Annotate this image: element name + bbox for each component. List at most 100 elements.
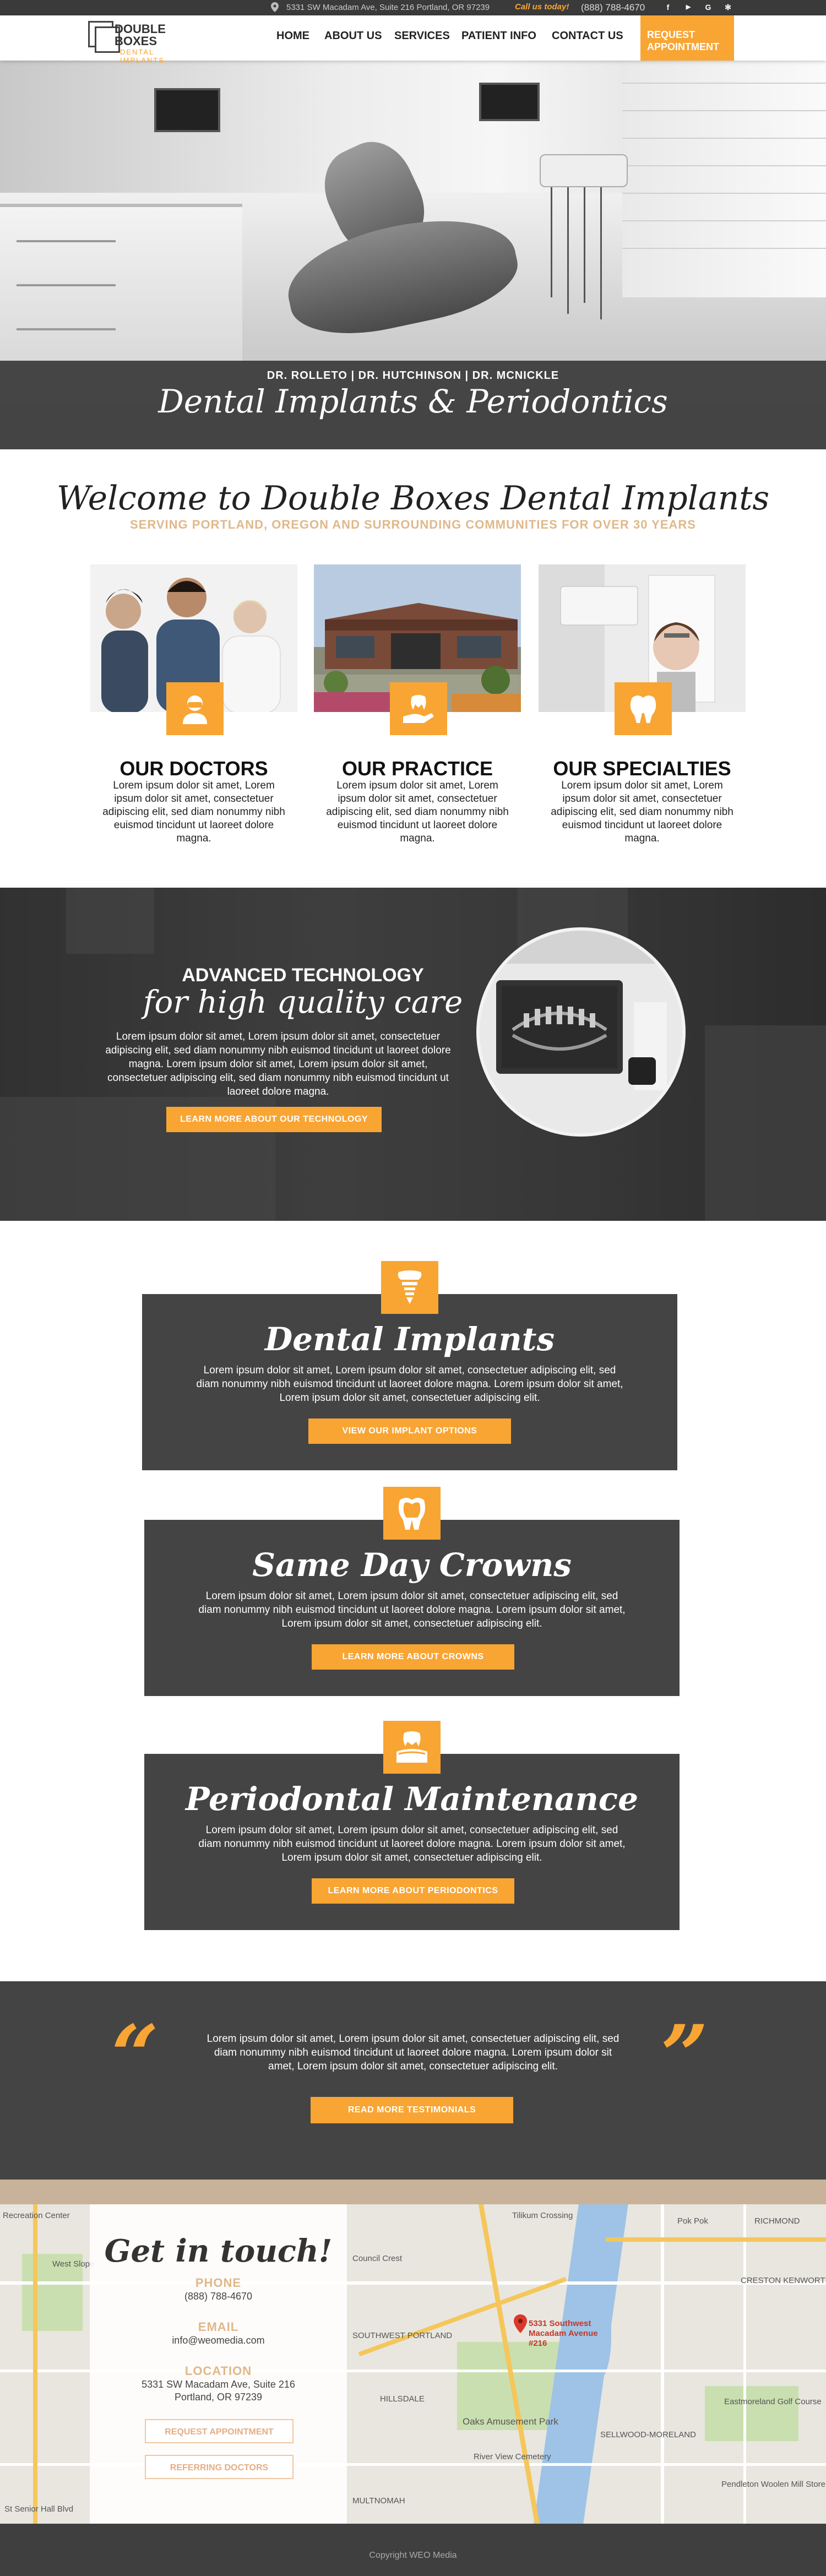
learn-more-periodontics-button[interactable]: LEARN MORE ABOUT PERIODONTICS xyxy=(312,1878,514,1904)
map-highway xyxy=(606,2237,826,2242)
address-line1: 5331 SW Macadam Ave, Suite 216 xyxy=(142,2379,295,2390)
map-label: HILLSDALE xyxy=(380,2394,425,2404)
map-label: Council Crest xyxy=(352,2254,403,2263)
equipment-hose xyxy=(584,187,585,303)
call-label: Call us today! xyxy=(515,2,569,12)
map-label: St Senior Hall Blvd xyxy=(4,2504,74,2514)
logo-line2: BOXES xyxy=(115,34,157,48)
service-text: Lorem ipsum dolor sit amet, Lorem ipsum … xyxy=(198,1590,626,1629)
email-value[interactable]: info@weomedia.com xyxy=(90,2334,347,2347)
map-label: Oaks Amusement Park xyxy=(463,2416,558,2427)
close-quote-icon: ” xyxy=(661,2007,709,2104)
tech-heading: ADVANCED TECHNOLOGY xyxy=(182,965,424,986)
tooth-hand-icon xyxy=(390,682,447,735)
location-label: LOCATION xyxy=(184,2364,252,2378)
map-label: RICHMOND xyxy=(754,2216,800,2226)
service-text: Lorem ipsum dolor sit amet, Lorem ipsum … xyxy=(196,1365,623,1404)
tech-text: Lorem ipsum dolor sit amet, Lorem ipsum … xyxy=(105,1031,451,1097)
contact-title: Get in touch! xyxy=(104,2233,333,2269)
facebook-icon[interactable]: f xyxy=(664,3,672,12)
service-dental-implants: Dental Implants Lorem ipsum dolor sit am… xyxy=(142,1261,677,1470)
nav-home[interactable]: HOME xyxy=(276,30,309,42)
map-highway xyxy=(33,2204,37,2524)
map-label: Pendleton Woolen Mill Store xyxy=(721,2480,825,2489)
yelp-icon[interactable]: ✻ xyxy=(724,3,732,12)
nav-services[interactable]: SERVICES xyxy=(394,30,450,42)
view-implant-options-button[interactable]: VIEW OUR IMPLANT OPTIONS xyxy=(308,1419,511,1444)
implant-icon xyxy=(381,1261,438,1314)
testimonials-section: “ ” Lorem ipsum dolor sit amet, Lorem ip… xyxy=(0,1981,826,2180)
nav-contact-us[interactable]: CONTACT US xyxy=(552,30,623,42)
map-label: SOUTHWEST PORTLAND xyxy=(352,2331,453,2340)
hero-title: Dental Implants & Periodontics xyxy=(158,383,668,420)
contact-panel: Get in touch! PHONE (888) 788-4670 EMAIL… xyxy=(90,2204,347,2524)
tooth-icon xyxy=(615,682,672,735)
dental-chair-seat xyxy=(278,203,526,348)
equipment-hose xyxy=(551,187,552,297)
google-icon[interactable]: G xyxy=(704,3,713,12)
youtube-icon[interactable]: ▶ xyxy=(684,3,693,12)
request-appointment-outline-button[interactable]: REQUEST APPOINTMENT xyxy=(145,2419,294,2443)
blind-slat xyxy=(622,110,826,111)
testimonial-text: Lorem ipsum dolor sit amet, Lorem ipsum … xyxy=(206,2033,620,2072)
card-title: OUR PRACTICE xyxy=(341,757,493,780)
phone-label: PHONE xyxy=(195,2276,242,2290)
blind-slat xyxy=(622,248,826,249)
card-text: Lorem ipsum dolor sit amet, Lorem ipsum … xyxy=(551,780,733,844)
service-title: Same Day Crowns xyxy=(252,1546,572,1584)
map-label: Tilikum Crossing xyxy=(512,2211,573,2220)
gum-care-icon xyxy=(383,1721,441,1774)
learn-more-technology-button[interactable]: LEARN MORE ABOUT OUR TECHNOLOGY xyxy=(166,1107,382,1132)
xray-monitor xyxy=(154,88,220,132)
map-road xyxy=(743,2204,746,2524)
divider-band xyxy=(0,2180,826,2204)
map-label: MULTNOMAH xyxy=(352,2496,405,2506)
nav-patient-info[interactable]: PATIENT INFO xyxy=(461,30,536,42)
map-label: Pok Pok xyxy=(677,2216,708,2226)
card-text: Lorem ipsum dolor sit amet, Lorem ipsum … xyxy=(326,780,509,844)
service-periodontal-maintenance: Periodontal Maintenance Lorem ipsum dolo… xyxy=(144,1721,680,1930)
top-address: 5331 SW Macadam Ave, Suite 216 Portland,… xyxy=(286,3,490,12)
blind-slat xyxy=(622,83,826,84)
xray-image xyxy=(476,927,686,1137)
map-label: Eastmoreland Golf Course xyxy=(724,2397,822,2406)
welcome-subtitle: SERVING PORTLAND, OREGON AND SURROUNDING… xyxy=(130,518,696,531)
top-bar: 5331 SW Macadam Ave, Suite 216 Portland,… xyxy=(0,0,826,15)
equipment-tray xyxy=(540,154,628,187)
footer: Copyright WEO Media xyxy=(0,2524,826,2576)
service-text: Lorem ipsum dolor sit amet, Lorem ipsum … xyxy=(198,1824,626,1863)
blind-slat xyxy=(622,138,826,139)
referring-doctors-button[interactable]: REFERRING DOCTORS xyxy=(145,2455,294,2479)
drawer-handle xyxy=(17,328,116,330)
hero-caption-band: DR. ROLLETO | DR. HUTCHINSON | DR. MCNIC… xyxy=(0,361,826,449)
address-line2: Portland, OR 97239 xyxy=(174,2392,263,2403)
crown-icon xyxy=(383,1487,441,1540)
copyright: Copyright WEO Media xyxy=(369,2551,457,2560)
logo-line3: DENTAL IMPLANTS xyxy=(120,48,165,64)
phone-value[interactable]: (888) 788-4670 xyxy=(90,2290,347,2303)
nav-about-us[interactable]: ABOUT US xyxy=(324,30,382,42)
location-map[interactable]: Recreation Center West Slope Tilikum Cro… xyxy=(0,2204,826,2524)
logo-line1: DOUBLE xyxy=(115,22,166,36)
map-label: SELLWOOD-MORELAND xyxy=(600,2430,696,2439)
drawer-handle xyxy=(17,240,116,242)
read-more-testimonials-button[interactable]: READ MORE TESTIMONIALS xyxy=(311,2097,513,2123)
request-appointment-button[interactable]: REQUEST APPOINTMENT xyxy=(640,15,734,61)
site-logo[interactable]: DOUBLE BOXES DENTAL IMPLANTS xyxy=(88,21,198,64)
blind-slat xyxy=(622,165,826,166)
card-title: OUR DOCTORS xyxy=(119,757,268,780)
xray-monitor xyxy=(479,83,540,121)
map-marker-icon[interactable] xyxy=(514,2314,527,2333)
card-title: OUR SPECIALTIES xyxy=(553,757,731,780)
map-label: River View Cemetery xyxy=(474,2452,551,2461)
tech-subheading: for high quality care xyxy=(143,985,463,1020)
map-label: West Slope xyxy=(52,2259,95,2269)
learn-more-crowns-button[interactable]: LEARN MORE ABOUT CROWNS xyxy=(312,1644,514,1670)
drawer-handle xyxy=(17,284,116,286)
top-phone[interactable]: (888) 788-4670 xyxy=(581,2,645,13)
technology-section: ADVANCED TECHNOLOGY for high quality car… xyxy=(0,888,826,1221)
map-park xyxy=(705,2386,798,2441)
hero-doctors: DR. ROLLETO | DR. HUTCHINSON | DR. MCNIC… xyxy=(267,369,559,382)
map-road xyxy=(661,2204,664,2524)
hero-banner: DR. ROLLETO | DR. HUTCHINSON | DR. MCNIC… xyxy=(0,61,826,449)
